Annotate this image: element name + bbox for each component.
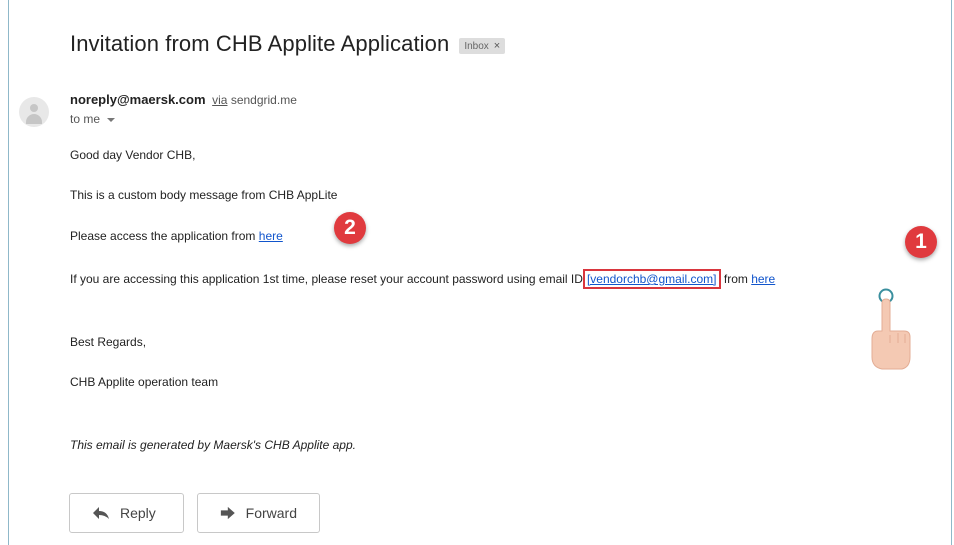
via-text: via sendgrid.me xyxy=(212,93,297,107)
custom-message-text: This is a custom body message from CHB A… xyxy=(70,188,338,202)
reset-text: If you are accessing this application 1s… xyxy=(70,272,583,286)
person-icon-body xyxy=(26,114,42,124)
forward-label: Forward xyxy=(245,505,297,521)
hand-pointer-icon xyxy=(871,288,911,370)
forward-button[interactable]: Forward xyxy=(197,493,320,533)
access-here-link[interactable]: here xyxy=(259,229,283,243)
remove-label-icon[interactable]: × xyxy=(494,40,500,52)
via-link[interactable]: via xyxy=(212,93,227,107)
recipient-line[interactable]: to me xyxy=(70,112,116,126)
greeting-text: Good day Vendor CHB, xyxy=(70,148,196,162)
reply-label: Reply xyxy=(120,505,156,521)
reset-here-link[interactable]: here xyxy=(751,272,775,286)
regards-text: Best Regards, xyxy=(70,335,147,349)
person-icon-head xyxy=(30,104,38,112)
via-domain: sendgrid.me xyxy=(230,93,297,107)
reset-from-text: from xyxy=(723,272,748,286)
footer-note-text: This email is generated by Maersk's CHB … xyxy=(70,438,356,452)
sender-email: noreply@maersk.com xyxy=(70,92,206,107)
sender-line: noreply@maersk.com via sendgrid.me xyxy=(70,92,297,107)
reset-line: If you are accessing this application 1s… xyxy=(70,269,775,289)
reply-arrow-icon xyxy=(93,507,109,519)
email-subject: Invitation from CHB Applite Application xyxy=(70,31,450,56)
step-2-badge: 2 xyxy=(334,212,366,244)
step-1-badge: 1 xyxy=(905,226,937,258)
recipient-text: to me xyxy=(70,112,101,126)
chevron-down-icon[interactable] xyxy=(107,117,116,122)
reply-button[interactable]: Reply xyxy=(69,493,184,533)
access-line: Please access the application from here xyxy=(70,229,283,243)
access-text: Please access the application from xyxy=(70,229,256,243)
inbox-label-text: Inbox xyxy=(464,40,489,52)
inbox-label-badge[interactable]: Inbox × xyxy=(459,38,506,54)
forward-arrow-icon xyxy=(220,506,235,520)
reset-email-link[interactable]: [vendorchb@gmail.com] xyxy=(587,272,717,286)
subject-row: Invitation from CHB Applite Application … xyxy=(70,31,506,57)
team-signature-text: CHB Applite operation team xyxy=(70,375,219,389)
sender-avatar xyxy=(19,97,49,127)
email-id-highlight: [vendorchb@gmail.com] xyxy=(582,269,721,289)
